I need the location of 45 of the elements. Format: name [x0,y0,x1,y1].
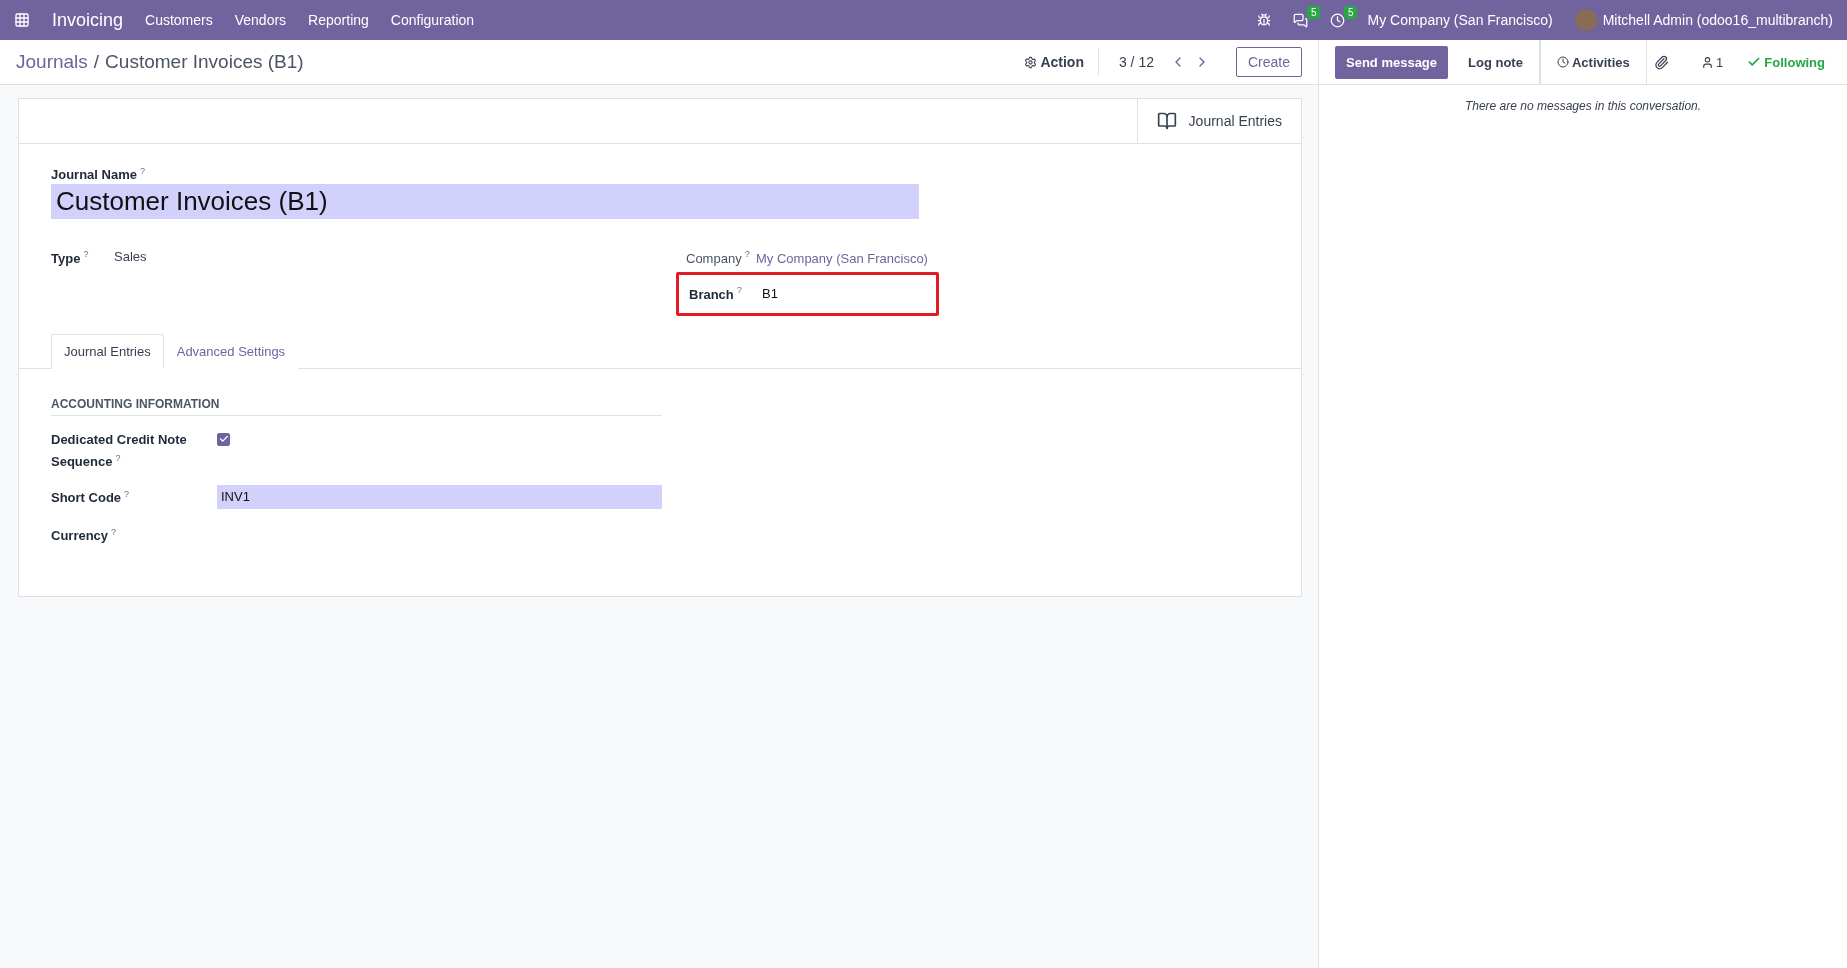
field-label: Dedicated Credit Note Sequence $^{?}$ [51,431,187,469]
messages-icon[interactable] [1293,12,1309,28]
empty-conversation-text: There are no messages in this conversation. [1463,99,1703,113]
paperclip-icon [1654,54,1670,70]
clock-icon [1556,56,1569,68]
menu-item[interactable]: Vendors [234,12,287,28]
send-message-button[interactable]: Send message [1335,45,1449,79]
check-icon [1747,55,1762,69]
menu-item[interactable]: Reporting [308,12,369,28]
field-label: Currency $^{?}$ [51,528,117,544]
field-label: Branch $^{?}$ [689,286,742,302]
following-button[interactable]: Following [1741,40,1831,84]
bug-icon[interactable] [1257,13,1272,27]
app-title[interactable]: Invoicing [52,9,124,31]
company-switcher[interactable]: My Company (San Francisco) [1367,12,1553,28]
name-input-field[interactable]: Customer Invoices (B1) [51,184,919,220]
user-menu[interactable]: Mitchell Admin (odoo16_multibranch) [1602,12,1833,28]
followers-button[interactable]: 1 [1695,40,1730,84]
breadcrumb-link[interactable]: Journals [16,51,88,73]
field-label: Type $^{?}$ [51,250,89,266]
activities-tab[interactable]: Activities [1539,40,1647,84]
field-label: Company $^{?}$ [686,250,750,266]
person-icon [1701,55,1715,69]
book-icon [1156,111,1177,131]
branch-value: B1 [762,286,778,302]
type-value: Sales [114,249,147,267]
message-count-badge: 5 [1306,5,1321,19]
activity-count-badge: 5 [1343,5,1358,19]
form-tab[interactable]: Journal Entries [51,333,164,369]
field-label: Journal Name $^{?}$ [51,167,145,183]
menu-item[interactable]: Configuration [390,12,475,28]
clock-icon[interactable] [1330,12,1346,28]
create-button[interactable]: Create [1235,47,1302,77]
pager-value: 3 / 12 [1118,54,1154,70]
action-button[interactable]: Action [1010,48,1099,76]
checkbox[interactable] [217,432,230,446]
breadcrumb-separator: / [93,51,100,73]
gear-icon [1024,55,1038,69]
section-title: ACCOUNTING INFORMATION [51,396,662,416]
short-code-input-field[interactable]: INV1 [217,485,662,509]
apps-menu-icon[interactable] [14,12,30,28]
breadcrumb-current: Customer Invoices (B1) [105,51,304,73]
field-label: Short Code $^{?}$ [51,490,130,506]
menu-item[interactable]: Customers [145,12,213,28]
company-link[interactable]: My Company (San Francisco) [756,250,928,266]
